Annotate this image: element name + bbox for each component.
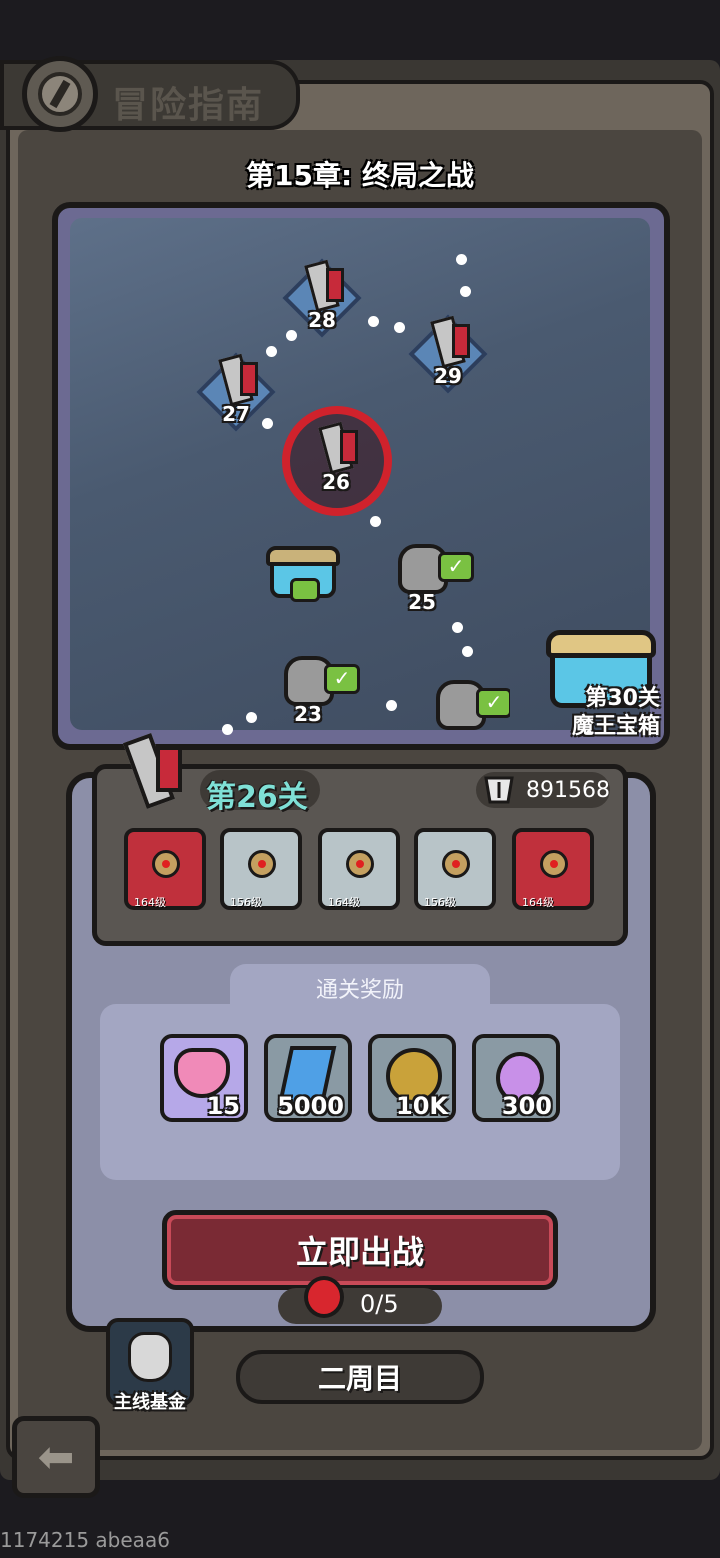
enemy-hero-2[interactable]: 156级 xyxy=(220,828,302,910)
stage-node-28[interactable]: 28 xyxy=(280,256,364,340)
reward-potion[interactable]: 300 xyxy=(472,1034,560,1122)
stage-label: 第26关 xyxy=(206,780,308,815)
path-dot xyxy=(456,254,467,265)
fight-now-button[interactable]: 立即出战 xyxy=(162,1210,558,1290)
path-dot xyxy=(460,286,471,297)
stamina-count: 0/5 xyxy=(360,1290,399,1318)
path-dot xyxy=(462,646,473,657)
check-icon: ✓ xyxy=(476,688,510,718)
chapter-title: 第15章: 终局之战 xyxy=(246,159,474,192)
power-icon xyxy=(484,776,514,804)
wolf-icon xyxy=(128,1332,172,1382)
chest-claimed-icon[interactable] xyxy=(264,542,344,612)
path-dot xyxy=(394,322,405,333)
stage-node-23[interactable]: ✓ 23 xyxy=(268,646,360,736)
second-round-button[interactable]: 二周目 xyxy=(236,1350,484,1404)
reward-crystal[interactable]: 5000 xyxy=(264,1034,352,1122)
check-icon: ✓ xyxy=(438,552,474,582)
enemy-hero-5[interactable]: 164级 xyxy=(512,828,594,910)
path-dot xyxy=(368,316,379,327)
path-dot xyxy=(386,700,397,711)
stage-node-26[interactable]: 26 xyxy=(294,418,378,502)
reward-heart[interactable]: 15 xyxy=(160,1034,248,1122)
footer-id: 1174215 abeaa6 xyxy=(0,1528,170,1552)
check-icon: ✓ xyxy=(324,664,360,694)
path-dot xyxy=(246,712,257,723)
stage-node-25[interactable]: ✓ 25 xyxy=(382,534,474,624)
reward-coin[interactable]: 10K xyxy=(368,1034,456,1122)
page-title: 冒险指南 xyxy=(112,85,265,126)
heart-icon xyxy=(174,1048,230,1098)
enemy-hero-4[interactable]: 156级 xyxy=(414,828,496,910)
enemy-hero-1[interactable]: 164级 xyxy=(124,828,206,910)
stage-node-27[interactable]: 27 xyxy=(194,350,278,434)
stage-node-29[interactable]: 29 xyxy=(406,312,490,396)
reward-title: 通关奖励 xyxy=(315,978,404,1003)
compass-icon xyxy=(22,56,98,132)
main-fund-label: 主线基金 xyxy=(114,1392,186,1413)
stage-sword-icon xyxy=(108,732,198,822)
back-arrow-icon: ⬅ xyxy=(37,1431,75,1483)
enemy-hero-3[interactable]: 164级 xyxy=(318,828,400,910)
path-dot xyxy=(222,724,233,735)
boss-chest-label: 魔王宝箱 xyxy=(571,714,660,739)
path-dot xyxy=(370,516,381,527)
stage-node-partial[interactable]: ✓ xyxy=(420,670,510,730)
combat-power: 891568 xyxy=(526,778,610,803)
check-icon xyxy=(290,578,320,602)
back-button[interactable]: ⬅ xyxy=(12,1416,100,1498)
apple-icon xyxy=(304,1276,344,1318)
